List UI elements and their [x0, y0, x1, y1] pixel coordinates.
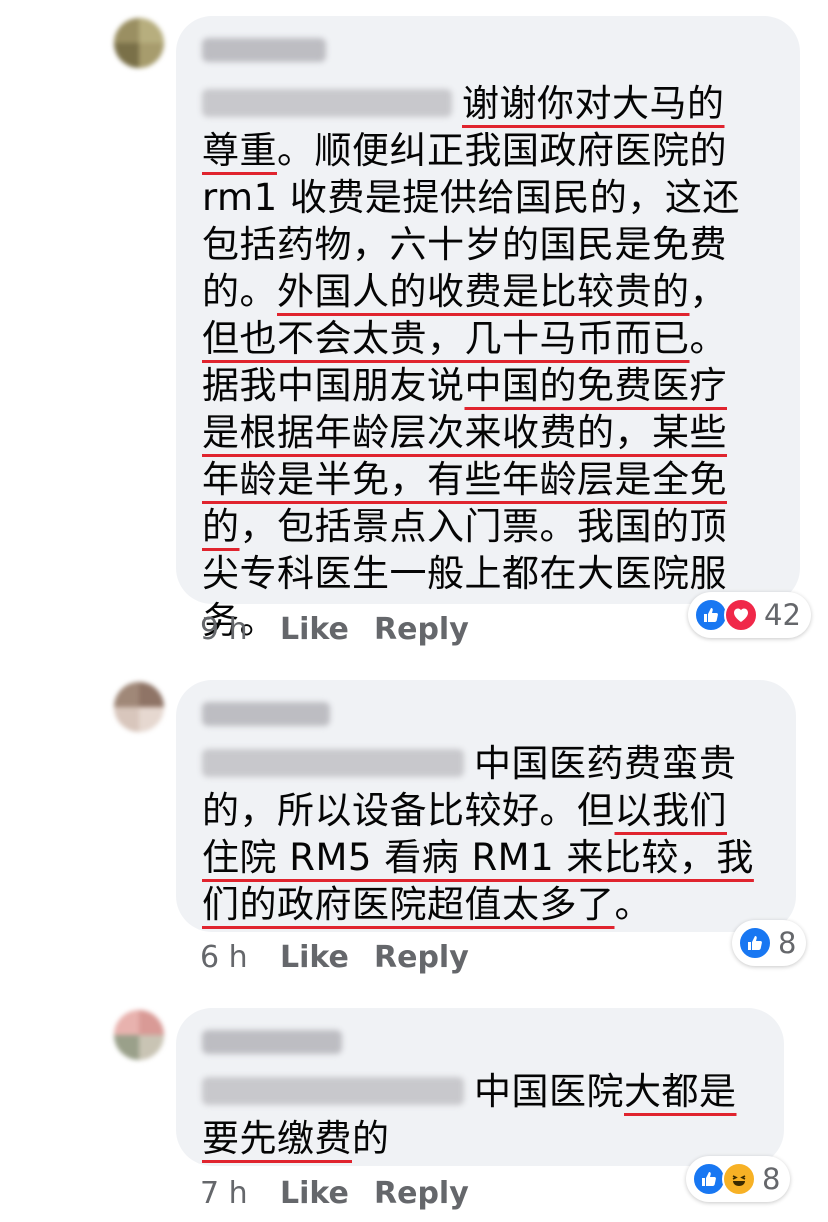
underlined-text: 尊重 [202, 129, 277, 172]
text-segment: 中国医药费蛮贵 [474, 742, 737, 785]
reaction-summary[interactable]: 8 [732, 920, 807, 966]
reaction-count: 42 [764, 598, 801, 632]
text-segment: 。顺便纠正我国政府医院的 [277, 129, 727, 172]
reply-button[interactable]: Reply [374, 612, 469, 647]
comment-body: 中国医药费蛮贵 的，所以设备比较好。但以我们 住院 RM5 看病 RM1 来比较，我… [202, 740, 754, 928]
reply-button[interactable]: Reply [374, 1176, 469, 1211]
underlined-text: 们的政府医院超值太多了 [202, 883, 615, 926]
avatar[interactable] [114, 1010, 164, 1060]
author-name-redacted[interactable] [202, 38, 326, 62]
comment-text-line: 尖专科医生一般上都在大医院服 [202, 550, 740, 597]
text-segment: 。 [689, 317, 727, 360]
love-icon [724, 598, 758, 632]
comment-text-line: 要先缴费的 [202, 1115, 737, 1162]
comment-text-line: 据我中国朋友说中国的免费医疗 [202, 362, 740, 409]
comment-actions: 6 h Like Reply [200, 940, 469, 975]
timestamp[interactable]: 9 h [200, 612, 280, 647]
comment-bubble: 谢谢你对大马的 尊重。顺便纠正我国政府医院的 rm1 收费是提供给国民的，这还 包括药… [176, 16, 800, 642]
underlined-text: 但也不会太贵，几十马币而已 [202, 317, 690, 360]
reaction-summary[interactable]: 42 [688, 592, 811, 638]
underlined-text: 的 [202, 505, 240, 548]
comment-body: 中国医院大都是 要先缴费的 [202, 1068, 737, 1162]
mention-tag-redacted[interactable] [202, 88, 452, 117]
comment-text-line: 的。外国人的收费是比较贵的， [202, 268, 740, 315]
author-name-redacted[interactable] [202, 1030, 342, 1054]
like-button[interactable]: Like [280, 940, 374, 975]
comment-text-line: 的，包括景点入门票。我国的顶 [202, 503, 740, 550]
haha-icon [722, 1162, 756, 1196]
comment-text-line: 谢谢你对大马的 [202, 80, 740, 127]
text-segment: rm1 收费是提供给国民的，这还 [202, 176, 740, 219]
comment-actions: 7 h Like Reply [200, 1176, 469, 1211]
comment-text-line: 年龄是半免，有些年龄层是全免 [202, 456, 740, 503]
mention-tag-redacted[interactable] [202, 1076, 464, 1105]
underlined-text: 以我们 [614, 789, 727, 832]
text-segment: 尖专科医生一般上都在大医院服 [202, 552, 727, 595]
comment-text-line: 但也不会太贵，几十马币而已。 [202, 315, 740, 362]
timestamp[interactable]: 7 h [200, 1176, 280, 1211]
text-segment: 包括药物，六十岁的国民是免费 [202, 223, 727, 266]
comment-text-line: 的，所以设备比较好。但以我们 [202, 787, 754, 834]
comment-text-line: 中国医药费蛮贵 [202, 740, 754, 787]
text-segment: 据我中国朋友说 [202, 364, 465, 407]
comment-text-line: rm1 收费是提供给国民的，这还 [202, 174, 740, 221]
underlined-text: 外国人的收费是比较贵的 [277, 270, 690, 313]
comment-text-line: 住院 RM5 看病 RM1 来比较，我 [202, 834, 754, 881]
like-icon [694, 598, 728, 632]
underlined-text: 要先缴费 [202, 1117, 352, 1160]
underlined-text: 中国的免费医疗 [464, 364, 727, 407]
comment-bubble: 中国医药费蛮贵 的，所以设备比较好。但以我们 住院 RM5 看病 RM1 来比较，我… [176, 680, 796, 932]
like-icon [738, 926, 772, 960]
timestamp[interactable]: 6 h [200, 940, 280, 975]
text-segment: 。 [614, 883, 652, 926]
underlined-text: 年龄是半免，有些年龄层是全免 [202, 458, 727, 501]
text-segment: 的。 [202, 270, 277, 313]
avatar[interactable] [114, 18, 164, 68]
comment-actions: 9 h Like Reply [200, 612, 469, 647]
text-segment: 的 [352, 1117, 390, 1160]
comment-text-line: 中国医院大都是 [202, 1068, 737, 1115]
comment-text-line: 们的政府医院超值太多了。 [202, 881, 754, 928]
avatar[interactable] [114, 682, 164, 732]
reply-button[interactable]: Reply [374, 940, 469, 975]
underlined-text: 住院 RM5 看病 RM1 来比较，我 [202, 836, 754, 879]
mention-tag-redacted[interactable] [202, 748, 464, 777]
text-segment: ，包括景点入门票。我国的顶 [239, 505, 727, 548]
comment-text-line: 包括药物，六十岁的国民是免费 [202, 221, 740, 268]
comment-text-line: 尊重。顺便纠正我国政府医院的 [202, 127, 740, 174]
comment-bubble: 中国医院大都是 要先缴费的 [176, 1008, 784, 1166]
text-segment: 的，所以设备比较好。但 [202, 789, 615, 832]
comment-body: 谢谢你对大马的 尊重。顺便纠正我国政府医院的 rm1 收费是提供给国民的，这还 包括药… [202, 80, 740, 644]
reaction-count: 8 [778, 926, 797, 960]
reaction-summary[interactable]: 8 [686, 1156, 791, 1202]
like-button[interactable]: Like [280, 612, 374, 647]
like-button[interactable]: Like [280, 1176, 374, 1211]
underlined-text: 是根据年龄层次来收费的，某些 [202, 411, 727, 454]
author-name-redacted[interactable] [202, 702, 330, 726]
comment-text-line: 是根据年龄层次来收费的，某些 [202, 409, 740, 456]
like-icon [692, 1162, 726, 1196]
underlined-text: 谢谢你对大马的 [462, 82, 725, 125]
reaction-count: 8 [762, 1162, 781, 1196]
text-segment: ， [689, 270, 727, 313]
underlined-text: 大都是 [624, 1070, 737, 1113]
text-segment: 中国医院 [474, 1070, 624, 1113]
